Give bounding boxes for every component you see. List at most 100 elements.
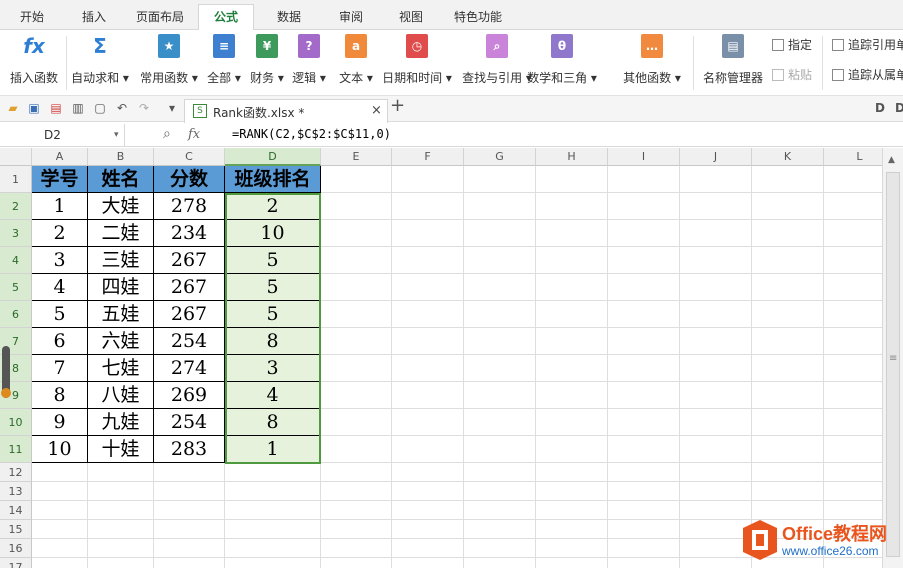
scroll-up-icon[interactable]: ▲ [888,155,895,165]
empty-cell[interactable] [392,247,464,274]
table-cell[interactable]: 二娃 [88,220,154,247]
formula-input[interactable]: =RANK(C2,$C$2:$C$11,0) [232,127,391,141]
column-header[interactable]: G [464,148,536,166]
empty-cell[interactable] [536,409,608,436]
table-cell[interactable]: 5 [225,301,321,328]
tab-6[interactable]: 审阅 [330,5,372,30]
empty-cell[interactable] [824,301,882,328]
empty-cell[interactable] [464,436,536,463]
empty-cell[interactable] [321,463,392,482]
empty-cell[interactable] [321,166,392,193]
table-cell[interactable]: 283 [154,436,225,463]
empty-cell[interactable] [752,482,824,501]
column-header[interactable]: J [680,148,752,166]
export-pdf-icon[interactable]: ▤ [49,101,63,116]
spreadsheet-grid[interactable]: A B C D E F G H I J K L 1 学号 姓名 分数 班级排名 2 1 大娃 278 2 3 2 二娃 234 10… [0,148,882,568]
empty-cell[interactable] [536,539,608,558]
empty-cell[interactable] [536,274,608,301]
empty-cell[interactable] [608,539,680,558]
table-cell[interactable]: 5 [225,274,321,301]
empty-cell[interactable] [608,436,680,463]
tab-5[interactable]: 数据 [264,5,314,30]
tab-1[interactable]: 开始 [8,5,56,30]
empty-cell[interactable] [752,355,824,382]
table-cell[interactable]: 5 [225,247,321,274]
empty-cell[interactable] [824,328,882,355]
empty-cell[interactable] [392,539,464,558]
table-cell[interactable]: 234 [154,220,225,247]
empty-cell[interactable] [824,482,882,501]
column-header[interactable]: A [32,148,88,166]
new-tab-icon[interactable]: + [390,97,405,115]
empty-cell[interactable] [464,382,536,409]
empty-cell[interactable] [608,328,680,355]
empty-cell[interactable] [225,463,321,482]
empty-cell[interactable] [680,482,752,501]
empty-cell[interactable] [464,409,536,436]
table-cell[interactable]: 9 [32,409,88,436]
empty-cell[interactable] [536,193,608,220]
empty-cell[interactable] [680,355,752,382]
table-cell[interactable]: 八娃 [88,382,154,409]
table-cell[interactable]: 2 [32,220,88,247]
print-preview-icon[interactable]: ▢ [93,101,107,116]
table-cell[interactable]: 3 [225,355,321,382]
empty-cell[interactable] [752,463,824,482]
empty-cell[interactable] [32,482,88,501]
empty-cell[interactable] [680,501,752,520]
name-box[interactable]: D2 ▾ [0,124,125,146]
empty-cell[interactable] [536,436,608,463]
empty-cell[interactable] [392,482,464,501]
empty-cell[interactable] [752,382,824,409]
table-cell[interactable]: 278 [154,193,225,220]
empty-cell[interactable] [464,274,536,301]
empty-cell[interactable] [824,382,882,409]
empty-cell[interactable] [680,382,752,409]
table-cell[interactable]: 5 [32,301,88,328]
empty-cell[interactable] [608,501,680,520]
ribbon-button-5[interactable]: ¥ 财务 ▾ [248,34,286,86]
empty-cell[interactable] [321,501,392,520]
empty-cell[interactable] [824,436,882,463]
d-icon[interactable]: D [873,101,887,116]
empty-cell[interactable] [608,382,680,409]
empty-cell[interactable] [536,220,608,247]
empty-cell[interactable] [225,520,321,539]
table-cell[interactable]: 267 [154,301,225,328]
empty-cell[interactable] [680,463,752,482]
empty-cell[interactable] [392,301,464,328]
customize-dropdown-icon[interactable]: ▾ [165,101,179,116]
empty-cell[interactable] [824,274,882,301]
open-folder-icon[interactable]: ▰ [6,101,20,116]
empty-cell[interactable] [536,520,608,539]
redo-icon[interactable]: ↷ [137,101,151,116]
empty-cell[interactable] [752,328,824,355]
table-cell[interactable]: 五娃 [88,301,154,328]
empty-cell[interactable] [536,166,608,193]
table-cell[interactable]: 254 [154,328,225,355]
empty-cell[interactable] [321,539,392,558]
ribbon-button-10[interactable]: θ 数学和三角 ▾ [512,34,612,86]
document-tab[interactable]: S Rank函数.xlsx * × [184,99,388,123]
ribbon-button-3[interactable]: ★ 常用函数 ▾ [138,34,200,86]
empty-cell[interactable] [680,247,752,274]
empty-cell[interactable] [536,301,608,328]
define-name-button[interactable]: 指定 [772,36,812,53]
scrollbar-thumb[interactable] [886,172,900,557]
table-cell[interactable]: 10 [32,436,88,463]
empty-cell[interactable] [392,355,464,382]
empty-cell[interactable] [752,193,824,220]
table-cell[interactable]: 4 [225,382,321,409]
empty-cell[interactable] [824,247,882,274]
fx-icon[interactable]: fx [188,127,200,142]
empty-cell[interactable] [88,482,154,501]
vertical-scrollbar[interactable]: ▲ ≡ [882,148,903,568]
empty-cell[interactable] [536,501,608,520]
undo-icon[interactable]: ↶ [115,101,129,116]
empty-cell[interactable] [154,539,225,558]
empty-cell[interactable] [752,436,824,463]
empty-cell[interactable] [824,501,882,520]
empty-cell[interactable] [680,301,752,328]
empty-cell[interactable] [536,558,608,568]
ribbon-button-12[interactable]: ▤ 名称管理器 [700,34,766,86]
